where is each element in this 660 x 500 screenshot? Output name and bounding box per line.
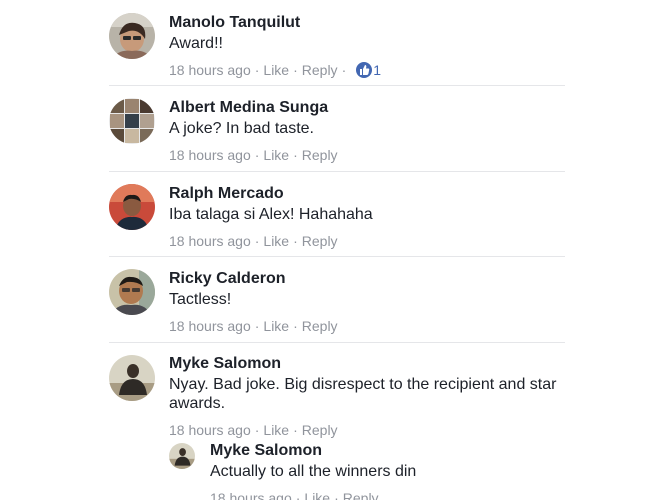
- meta-separator: ·: [254, 233, 260, 249]
- avatar[interactable]: [109, 13, 155, 59]
- commenter-name[interactable]: Myke Salomon: [169, 354, 565, 374]
- meta-separator: ·: [254, 318, 260, 334]
- commenter-name[interactable]: Manolo Tanquilut: [169, 13, 565, 33]
- comment-timestamp[interactable]: 18 hours ago: [169, 318, 251, 334]
- avatar[interactable]: [109, 184, 155, 230]
- commenter-name[interactable]: Ralph Mercado: [169, 184, 565, 204]
- comment-text: Iba talaga si Alex! Hahahaha: [169, 206, 373, 223]
- comment-timestamp[interactable]: 18 hours ago: [169, 422, 251, 438]
- comment-thread: Manolo Tanquilut Award!! 18 hours ago · Li…: [0, 0, 660, 500]
- comment-text: Nyay. Bad joke. Big disrespect to the re…: [169, 376, 557, 412]
- comment-meta: 18 hours ago · Like · Reply: [169, 317, 565, 335]
- comment-timestamp[interactable]: 18 hours ago: [169, 233, 251, 249]
- comment-meta: 18 hours ago · Like · Reply · 1: [169, 61, 565, 79]
- like-link[interactable]: Like: [263, 62, 289, 78]
- divider: [109, 342, 565, 343]
- avatar[interactable]: [109, 269, 155, 315]
- thumbs-up-icon[interactable]: [356, 62, 373, 78]
- comment-meta: 18 hours ago · Like · Reply: [169, 421, 565, 439]
- meta-separator: ·: [293, 318, 298, 334]
- comment-timestamp[interactable]: 18 hours ago: [210, 490, 292, 500]
- comment-text: Actually to all the winners din: [210, 463, 417, 480]
- meta-separator: ·: [254, 62, 260, 78]
- like-link[interactable]: Like: [263, 318, 289, 334]
- meta-separator: ·: [293, 147, 298, 163]
- reply-link[interactable]: Reply: [343, 490, 379, 500]
- like-link[interactable]: Like: [263, 422, 289, 438]
- reply-link[interactable]: Reply: [302, 422, 338, 438]
- meta-separator: ·: [293, 62, 298, 78]
- divider: [109, 171, 565, 172]
- reaction-count[interactable]: 1: [373, 62, 381, 78]
- reply-link[interactable]: Reply: [302, 318, 338, 334]
- meta-separator: ·: [334, 490, 339, 500]
- comment-text: Award!!: [169, 35, 223, 52]
- comment-timestamp[interactable]: 18 hours ago: [169, 62, 251, 78]
- commenter-name[interactable]: Albert Medina Sunga: [169, 98, 565, 118]
- comment-meta: 18 hours ago · Like · Reply: [169, 232, 565, 250]
- meta-separator: ·: [254, 147, 260, 163]
- meta-separator: ·: [295, 490, 301, 500]
- like-link[interactable]: Like: [304, 490, 330, 500]
- comment-meta: 18 hours ago · Like · Reply: [210, 489, 565, 500]
- avatar[interactable]: [109, 355, 155, 401]
- comment-meta: 18 hours ago · Like · Reply: [169, 146, 565, 164]
- commenter-name[interactable]: Myke Salomon: [210, 441, 565, 461]
- reply-link[interactable]: Reply: [302, 147, 338, 163]
- meta-separator: ·: [293, 233, 298, 249]
- commenter-name[interactable]: Ricky Calderon: [169, 269, 565, 289]
- like-link[interactable]: Like: [263, 147, 289, 163]
- divider: [109, 85, 565, 86]
- meta-separator: ·: [254, 422, 260, 438]
- divider: [109, 256, 565, 257]
- reply-link[interactable]: Reply: [302, 62, 338, 78]
- comment-text: A joke? In bad taste.: [169, 120, 314, 137]
- avatar[interactable]: [109, 98, 155, 144]
- meta-separator: ·: [341, 62, 347, 78]
- reply-link[interactable]: Reply: [302, 233, 338, 249]
- avatar[interactable]: [169, 443, 195, 469]
- like-link[interactable]: Like: [263, 233, 289, 249]
- meta-separator: ·: [293, 422, 298, 438]
- comment-timestamp[interactable]: 18 hours ago: [169, 147, 251, 163]
- comment-text: Tactless!: [169, 291, 232, 308]
